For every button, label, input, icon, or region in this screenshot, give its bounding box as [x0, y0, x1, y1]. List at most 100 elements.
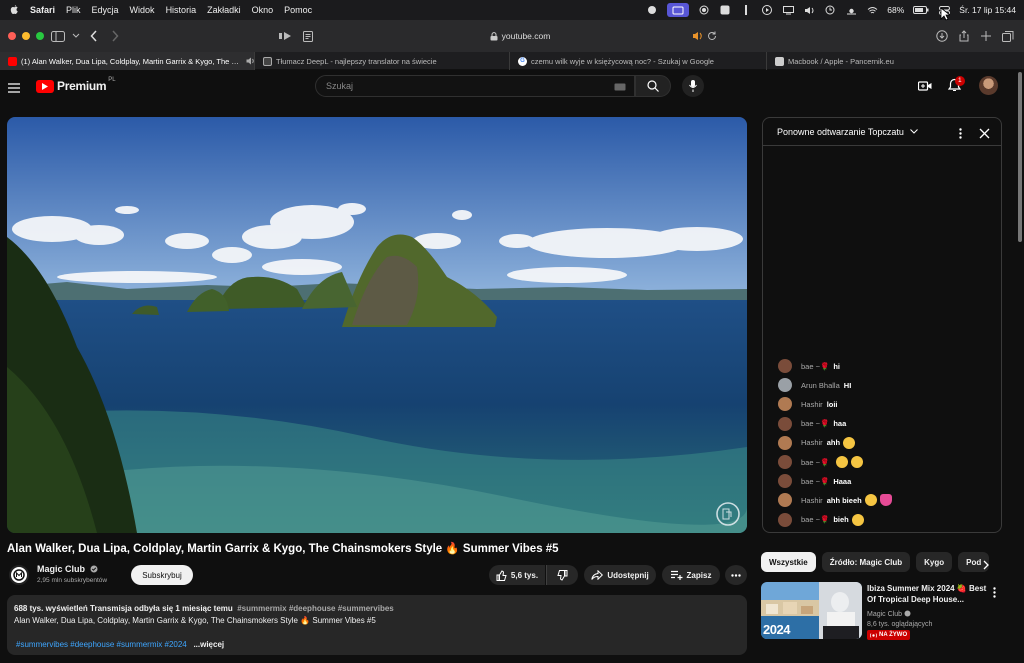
volume-icon[interactable] [803, 5, 815, 15]
address-bar[interactable]: youtube.com [320, 27, 720, 45]
tab-overview-icon[interactable] [1000, 28, 1016, 44]
more-actions-button[interactable] [725, 565, 747, 585]
chat-author-avatar[interactable] [778, 378, 792, 393]
wifi-icon[interactable] [866, 5, 878, 15]
page-scrollbar[interactable] [1018, 72, 1022, 242]
chat-author-avatar[interactable] [778, 474, 792, 489]
tab-youtube[interactable]: (1) Alan Walker, Dua Lipa, Coldplay, Mar… [0, 52, 255, 70]
chat-author-avatar[interactable] [778, 455, 792, 469]
menu-file[interactable]: Plik [66, 5, 81, 15]
subscriber-count: 2,95 mln subskrybentów [37, 577, 108, 584]
description-box[interactable]: 688 tys. wyświetleń Transmisja odbyła si… [7, 595, 747, 655]
create-video-icon[interactable] [917, 79, 932, 97]
record-icon[interactable] [698, 5, 710, 15]
reload-icon[interactable] [704, 28, 720, 44]
recommended-channel[interactable]: Magic Club [867, 610, 911, 618]
battery-percent: 68% [887, 5, 905, 15]
share-icon[interactable] [956, 28, 972, 44]
chat-author-name[interactable]: bae ~🌹 [801, 515, 829, 524]
search-icon [647, 80, 659, 92]
save-button[interactable]: Zapisz [662, 565, 720, 585]
chat-author-name[interactable]: Hashir [801, 438, 823, 447]
user-avatar[interactable] [979, 76, 998, 95]
hamburger-menu-icon[interactable] [8, 80, 20, 98]
reader-icon[interactable] [300, 28, 316, 44]
forward-icon[interactable] [107, 28, 123, 44]
battery-icon[interactable] [913, 5, 929, 15]
chat-author-avatar[interactable] [778, 493, 792, 508]
dislike-button[interactable] [546, 565, 578, 585]
chips-next-icon[interactable] [983, 557, 989, 575]
new-tab-icon[interactable] [978, 28, 994, 44]
u-app-icon[interactable] [719, 5, 731, 15]
recommended-thumbnail[interactable]: 2024 [761, 582, 862, 639]
chat-author-name[interactable]: bae ~🌹 [801, 458, 829, 467]
share-button[interactable]: Udostępnij [584, 565, 656, 585]
apple-icon[interactable] [8, 4, 20, 16]
chevron-down-icon[interactable] [68, 28, 84, 44]
chat-author-avatar[interactable] [778, 512, 792, 527]
chat-more-icon[interactable] [959, 126, 962, 144]
minimize-window-button[interactable] [22, 32, 30, 40]
recommended-video[interactable]: 2024 Ibiza Summer Mix 2024 🍓 Best Of Tro… [761, 582, 1001, 640]
menu-history[interactable]: Historia [166, 5, 197, 15]
tab-deepl[interactable]: Tłumacz DeepL - najlepszy translator na … [255, 52, 510, 70]
menubar-clock[interactable]: Śr. 17 lip 15:44 [959, 5, 1016, 15]
chat-message: Arun Bhalla HI [778, 378, 851, 393]
menu-bookmarks[interactable]: Zakładki [207, 5, 241, 15]
sidebar-toggle-icon[interactable] [50, 28, 66, 44]
tab-google[interactable]: G czemu wilk wyje w księżycową noc? - Sz… [510, 52, 767, 70]
search-input[interactable]: Szukaj [315, 75, 635, 97]
back-icon[interactable] [86, 28, 102, 44]
tab-audio-icon[interactable] [246, 57, 254, 65]
subscribe-button[interactable]: Subskrybuj [131, 565, 193, 585]
menu-edit[interactable]: Edycja [92, 5, 119, 15]
menu-help[interactable]: Pomoc [284, 5, 312, 15]
chat-author-name[interactable]: bae ~🌹 [801, 362, 829, 371]
chat-author-avatar[interactable] [778, 435, 792, 450]
chat-author-name[interactable]: Arun Bhalla [801, 381, 840, 390]
chip-all[interactable]: Wszystkie [761, 552, 816, 572]
downloads-icon[interactable] [934, 28, 950, 44]
menu-window[interactable]: Okno [252, 5, 274, 15]
play-circle-icon[interactable] [761, 5, 773, 15]
brightness-icon[interactable] [845, 5, 857, 15]
chat-author-avatar[interactable] [778, 397, 792, 412]
description-hashtags[interactable]: #summervibes #deephouse #summermix #2024 [16, 640, 187, 649]
channel-avatar[interactable] [9, 565, 29, 585]
vertical-bar-icon[interactable] [740, 5, 752, 15]
like-button[interactable]: 5,6 tys. [489, 565, 545, 585]
keyboard-icon[interactable] [614, 83, 626, 91]
chat-mode-dropdown[interactable]: Ponowne odtwarzanie Topczatu [777, 127, 919, 137]
zoom-window-button[interactable] [36, 32, 44, 40]
chat-author-avatar[interactable] [778, 416, 792, 431]
chat-author-avatar[interactable] [778, 359, 792, 373]
chat-title: Ponowne odtwarzanie Topczatu [777, 127, 904, 137]
meta-hashtags[interactable]: #summermix #deephouse #summervibes [237, 604, 394, 613]
safari-toolbar: youtube.com [0, 20, 1024, 52]
chip-source-channel[interactable]: Źródło: Magic Club [821, 552, 911, 572]
chat-author-name[interactable]: Hashir [801, 400, 823, 409]
chat-author-name[interactable]: bae ~🌹 [801, 419, 829, 428]
recommended-title[interactable]: Ibiza Summer Mix 2024 🍓 Best Of Tropical… [867, 583, 987, 605]
display-icon[interactable] [782, 5, 794, 15]
channel-name[interactable]: Magic Club [37, 564, 98, 574]
tab-pancernik[interactable]: Macbook / Apple - Pancernik.eu [767, 52, 1024, 70]
video-player[interactable] [7, 117, 747, 533]
voice-search-button[interactable] [682, 75, 704, 97]
chat-author-name[interactable]: Hashir [801, 496, 823, 505]
close-window-button[interactable] [8, 32, 16, 40]
chat-author-name[interactable]: bae ~🌹 [801, 477, 829, 486]
status-circle-icon[interactable] [646, 5, 658, 15]
menu-safari[interactable]: Safari [30, 5, 55, 15]
youtube-premium-logo[interactable]: Premium PL [36, 77, 116, 93]
show-more-link[interactable]: ...więcej [193, 640, 224, 649]
close-icon[interactable] [979, 126, 990, 144]
search-button[interactable] [635, 75, 671, 97]
extension-icon[interactable] [278, 28, 294, 44]
screen-mirroring-icon[interactable] [667, 3, 690, 17]
clock-icon[interactable] [824, 5, 836, 15]
menu-view[interactable]: Widok [130, 5, 155, 15]
recommended-more-icon[interactable] [993, 585, 996, 603]
chip-kygo[interactable]: Kygo [916, 552, 953, 572]
